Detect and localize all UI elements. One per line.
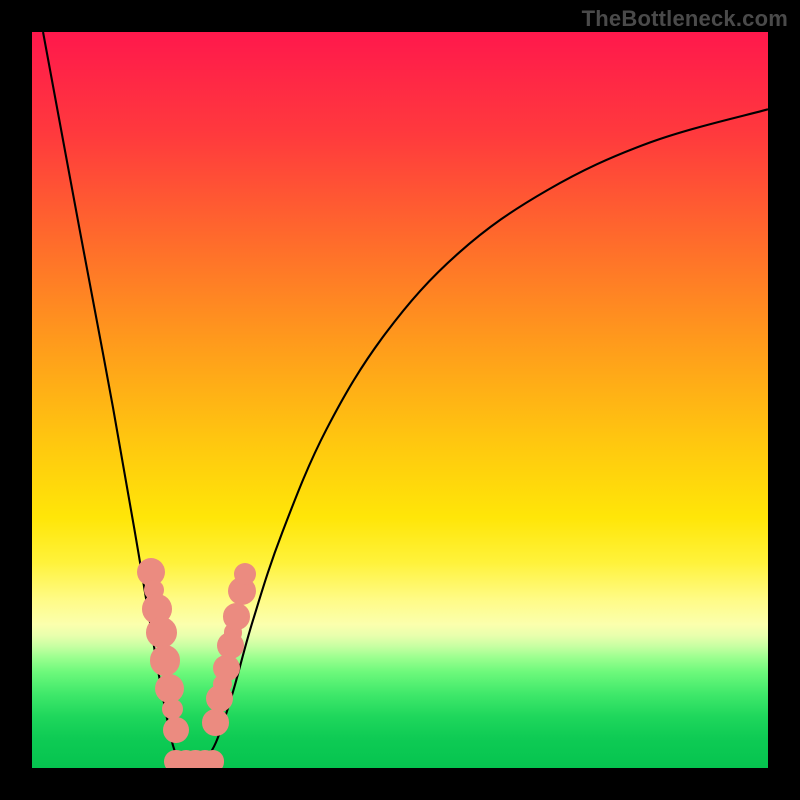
bottleneck-curve xyxy=(32,32,768,768)
marker-right xyxy=(223,603,249,629)
marker-left xyxy=(150,645,180,675)
marker-right xyxy=(202,709,228,735)
marker-left xyxy=(163,717,189,743)
chart-plot xyxy=(32,32,768,768)
marker-left xyxy=(146,617,177,648)
watermark-text: TheBottleneck.com xyxy=(582,6,788,32)
marker-bottom xyxy=(202,750,225,768)
